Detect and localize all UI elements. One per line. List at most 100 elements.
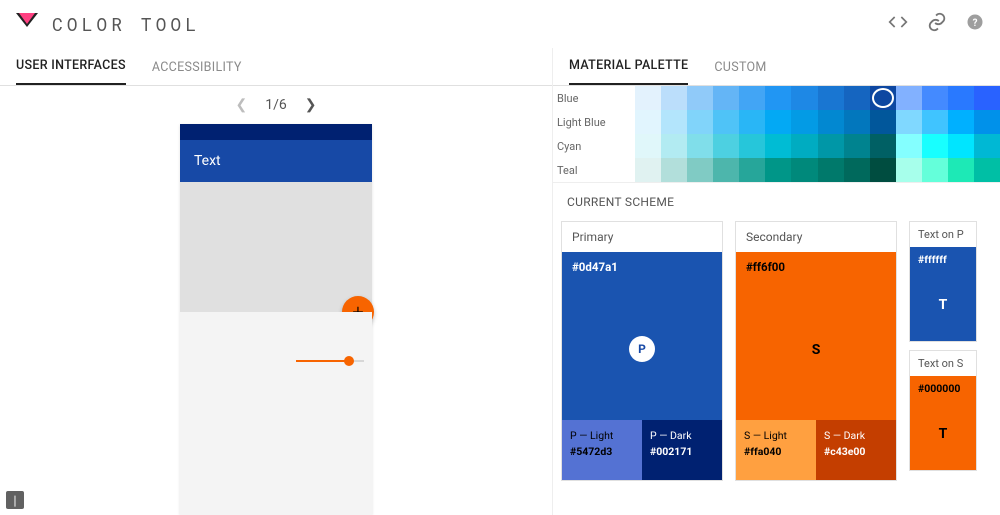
palette-swatch[interactable] — [948, 134, 974, 158]
text-on-s-swatch[interactable]: #000000 T — [910, 376, 976, 470]
secondary-light-hex: #ffa040 — [744, 444, 808, 460]
text-on-s-box[interactable]: Text on S #000000 T — [909, 350, 977, 471]
tab-user-interfaces[interactable]: USER INTERFACES — [16, 48, 126, 85]
palette-swatch[interactable] — [791, 158, 817, 182]
text-on-s-header: Text on S — [910, 351, 976, 376]
palette-swatch[interactable] — [739, 110, 765, 134]
primary-hex: #0d47a1 — [572, 260, 618, 274]
palette-swatch[interactable] — [896, 86, 922, 110]
tab-accessibility[interactable]: ACCESSIBILITY — [152, 50, 242, 85]
palette-swatch[interactable] — [974, 86, 1000, 110]
palette-swatch[interactable] — [870, 110, 896, 134]
palette-swatch[interactable] — [818, 86, 844, 110]
palette-swatch[interactable] — [922, 86, 948, 110]
secondary-swatch[interactable]: #ff6f00 S — [736, 252, 896, 420]
primary-dark-swatch[interactable]: P — Dark #002171 — [642, 420, 722, 480]
pager-next-icon[interactable]: ❯ — [305, 97, 317, 113]
palette-swatch[interactable] — [791, 110, 817, 134]
secondary-column[interactable]: Secondary #ff6f00 S S — Light #ffa040 S … — [735, 221, 897, 481]
palette-swatch[interactable] — [635, 134, 661, 158]
palette-swatch[interactable] — [713, 134, 739, 158]
primary-swatch[interactable]: #0d47a1 P — [562, 252, 722, 420]
help-icon[interactable]: ? — [966, 13, 984, 35]
secondary-light-swatch[interactable]: S — Light #ffa040 — [736, 420, 816, 480]
palette-swatch[interactable] — [948, 110, 974, 134]
secondary-dark-hex: #c43e00 — [824, 444, 888, 460]
palette-swatch[interactable] — [713, 86, 739, 110]
palette-swatch[interactable] — [635, 158, 661, 182]
slider-thumb[interactable] — [344, 356, 354, 366]
palette-swatch[interactable] — [974, 110, 1000, 134]
palette-swatch[interactable] — [922, 134, 948, 158]
text-on-p-box[interactable]: Text on P #ffffff T — [909, 221, 977, 342]
secondary-dark-swatch[interactable]: S — Dark #c43e00 — [816, 420, 896, 480]
palette-swatch[interactable] — [765, 110, 791, 134]
palette-swatch[interactable] — [922, 110, 948, 134]
link-icon[interactable] — [926, 11, 948, 37]
palette-swatch[interactable] — [844, 134, 870, 158]
selected-indicator-icon — [872, 88, 894, 108]
palette-swatch[interactable] — [948, 158, 974, 182]
palette-swatch[interactable] — [844, 86, 870, 110]
palette-swatch[interactable] — [870, 134, 896, 158]
preview-slider[interactable] — [296, 360, 364, 362]
palette-swatch[interactable] — [687, 86, 713, 110]
palette-swatch[interactable] — [818, 158, 844, 182]
palette-swatch[interactable] — [896, 110, 922, 134]
palette-swatch[interactable] — [896, 134, 922, 158]
palette-swatch[interactable] — [844, 158, 870, 182]
palette-swatches — [635, 110, 1000, 134]
palette-swatch[interactable] — [948, 86, 974, 110]
preview-pager: ❮ 1/6 ❯ — [0, 86, 552, 124]
palette-swatch[interactable] — [870, 158, 896, 182]
primary-light-hex: #5472d3 — [570, 444, 634, 460]
primary-column[interactable]: Primary #0d47a1 P P — Light #5472d3 P — … — [561, 221, 723, 481]
palette-swatch[interactable] — [713, 110, 739, 134]
palette-swatch[interactable] — [635, 86, 661, 110]
palette-swatch[interactable] — [739, 134, 765, 158]
palette-swatch[interactable] — [922, 158, 948, 182]
preview-area: Text + — [0, 124, 552, 515]
palette-swatch[interactable] — [739, 86, 765, 110]
tab-custom[interactable]: CUSTOM — [714, 50, 766, 85]
palette-swatch[interactable] — [635, 110, 661, 134]
palette-swatches — [635, 158, 1000, 182]
palette-swatch[interactable] — [870, 86, 896, 110]
preview-appbar: Text — [180, 140, 372, 182]
palette-swatch[interactable] — [765, 134, 791, 158]
palette-swatch[interactable] — [661, 158, 687, 182]
text-on-p-swatch[interactable]: #ffffff T — [910, 247, 976, 341]
palette-swatch[interactable] — [818, 134, 844, 158]
palette-swatch[interactable] — [791, 134, 817, 158]
palette-swatch[interactable] — [687, 158, 713, 182]
palette-swatch[interactable] — [765, 86, 791, 110]
palette-swatch[interactable] — [974, 134, 1000, 158]
top-toolbar: COLOR TOOL ? — [0, 0, 1000, 48]
palette-swatch[interactable] — [687, 110, 713, 134]
left-tabs: USER INTERFACES ACCESSIBILITY — [0, 48, 552, 86]
palette-swatch[interactable] — [661, 134, 687, 158]
primary-badge: P — [629, 336, 655, 362]
tab-material-palette[interactable]: MATERIAL PALETTE — [569, 48, 688, 85]
text-on-p-letter: T — [939, 297, 948, 313]
palette-swatch[interactable] — [661, 110, 687, 134]
palette-swatch[interactable] — [765, 158, 791, 182]
palette-swatch[interactable] — [739, 158, 765, 182]
app-title: COLOR TOOL — [52, 12, 200, 36]
pager-prev-icon[interactable]: ❮ — [236, 97, 248, 113]
code-icon[interactable] — [888, 12, 908, 36]
palette-swatch[interactable] — [687, 134, 713, 158]
primary-light-swatch[interactable]: P — Light #5472d3 — [562, 420, 642, 480]
svg-text:?: ? — [973, 17, 978, 28]
text-on-s-letter: T — [939, 426, 948, 442]
palette-swatch[interactable] — [974, 158, 1000, 182]
palette-swatch[interactable] — [818, 110, 844, 134]
palette-swatch[interactable] — [661, 86, 687, 110]
palette-swatch[interactable] — [713, 158, 739, 182]
preview-body — [180, 312, 372, 515]
preview-appbar-title: Text — [194, 153, 221, 169]
palette-swatch[interactable] — [791, 86, 817, 110]
palette-swatch[interactable] — [844, 110, 870, 134]
feedback-button[interactable]: ❘ — [6, 491, 24, 509]
palette-swatch[interactable] — [896, 158, 922, 182]
